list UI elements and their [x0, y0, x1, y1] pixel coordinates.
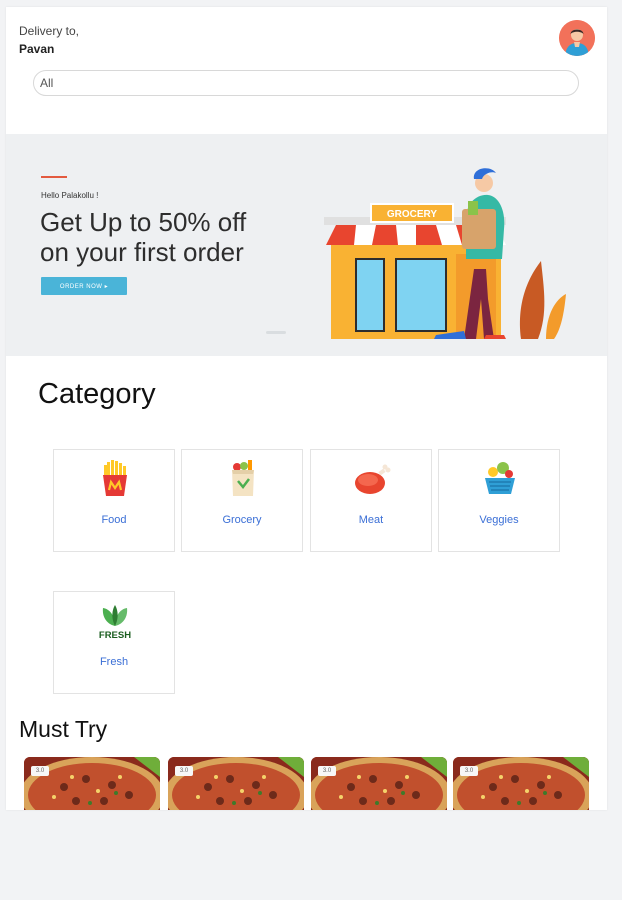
avatar[interactable] — [559, 20, 595, 56]
banner-title-line1: Get Up to 50% off — [40, 207, 247, 237]
category-veggies[interactable]: Veggies — [438, 449, 560, 552]
category-label: Fresh — [99, 656, 129, 668]
pizza-image — [311, 757, 447, 810]
category-grocery[interactable]: Grocery — [181, 449, 303, 552]
fresh-logo-text: FRESH — [99, 630, 131, 641]
pizza-image — [453, 757, 589, 810]
fries-icon — [103, 460, 127, 496]
rating-badge: 3.0 — [31, 766, 49, 776]
must-try-item[interactable]: 3.0 — [311, 757, 447, 810]
grocery-shop-illustration: GROCERY — [324, 168, 566, 339]
must-try-item[interactable]: 3.0 — [453, 757, 589, 810]
category-heading: Category — [38, 378, 156, 410]
shop-sign-text: GROCERY — [387, 209, 438, 220]
rating-badge: 3.0 — [318, 766, 336, 776]
delivery-location[interactable]: Pavan — [19, 42, 54, 56]
banner-title-line2: on your first order — [40, 237, 244, 267]
user-avatar-icon — [559, 20, 595, 56]
category-food[interactable]: Food — [53, 449, 175, 552]
category-fresh[interactable]: FRESH Fresh — [53, 591, 175, 694]
must-try-heading: Must Try — [19, 716, 108, 742]
rating-badge: 3.0 — [460, 766, 478, 776]
app-window: Delivery to, Pavan Hello Palakollu ! Get… — [6, 7, 607, 810]
veggies-basket-icon — [485, 462, 515, 494]
banner-title: Get Up to 50% off on your first order — [40, 207, 320, 267]
grocery-bag-icon — [232, 460, 254, 496]
rating-badge: 3.0 — [175, 766, 193, 776]
delivery-label: Delivery to, — [19, 24, 80, 38]
carousel-indicator[interactable] — [266, 331, 286, 334]
must-try-item[interactable]: 3.0 — [24, 757, 160, 810]
meat-icon — [355, 464, 391, 494]
fresh-leaf-icon: FRESH — [99, 605, 131, 641]
order-now-button[interactable]: ORDER NOW ▸ — [41, 277, 127, 295]
category-meat[interactable]: Meat — [310, 449, 432, 552]
category-label: Meat — [358, 514, 384, 526]
category-label: Veggies — [479, 514, 519, 526]
promo-banner[interactable]: Hello Palakollu ! Get Up to 50% off on y… — [6, 134, 607, 356]
must-try-item[interactable]: 3.0 — [168, 757, 304, 810]
search-input[interactable] — [33, 70, 579, 96]
header: Delivery to, Pavan — [6, 7, 607, 134]
banner-greeting: Hello Palakollu ! — [41, 191, 99, 200]
banner-accent-line — [41, 176, 67, 178]
category-label: Food — [101, 514, 127, 526]
pizza-image — [24, 757, 160, 810]
pizza-image — [168, 757, 304, 810]
category-label: Grocery — [222, 514, 262, 526]
